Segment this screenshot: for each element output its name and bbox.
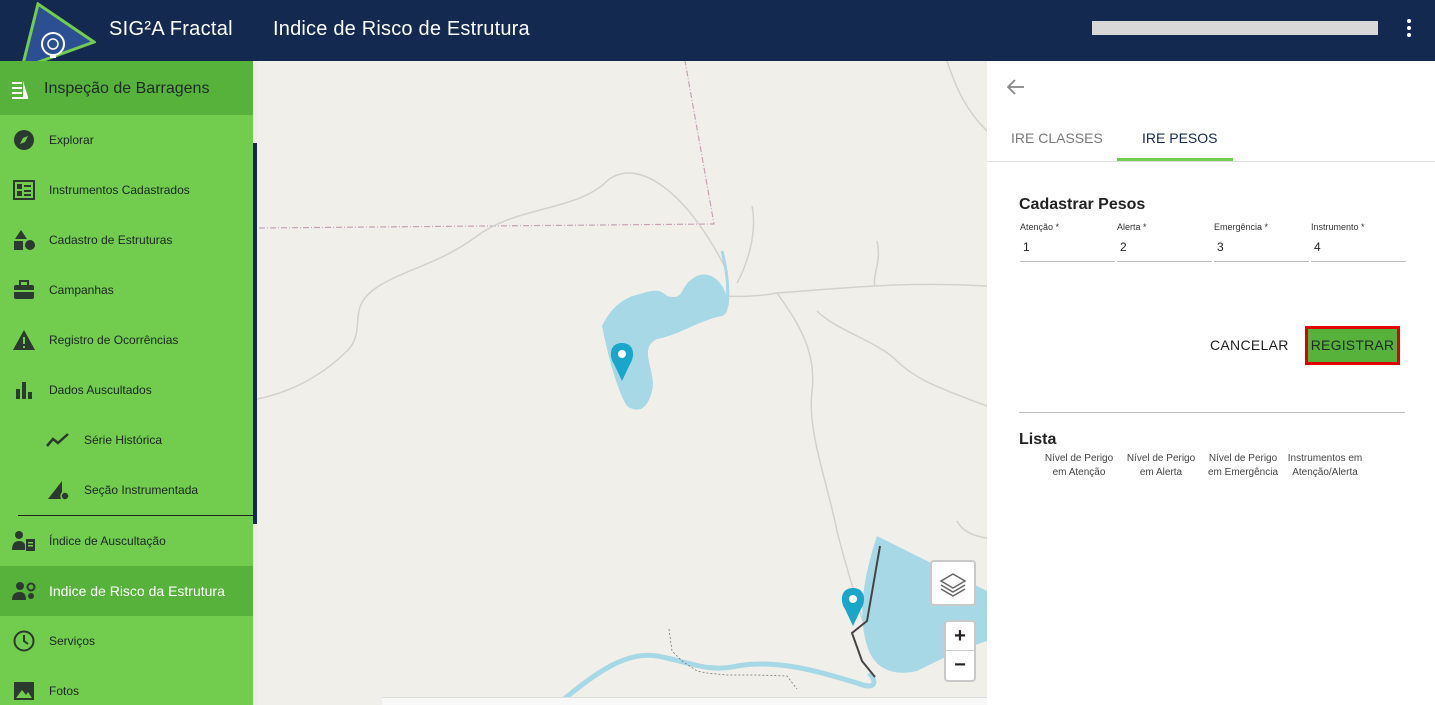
list-column-header: Nível de Perigo em Alerta xyxy=(1121,452,1201,480)
field-value[interactable]: 1 xyxy=(1020,240,1115,254)
field-label: Instrumento * xyxy=(1311,222,1365,232)
field-underline xyxy=(1020,261,1115,262)
side-panel: IRE CLASSES IRE PESOS Cadastrar Pesos At… xyxy=(987,61,1435,705)
sidebar-item-instrumentos[interactable]: Instrumentos Cadastrados xyxy=(0,165,253,215)
sidebar-item-label: Campanhas xyxy=(49,283,114,297)
column-header-line: em Emergência xyxy=(1207,467,1279,478)
zoom-control: + − xyxy=(944,620,976,682)
image-icon xyxy=(14,682,34,700)
field-label: Emergência * xyxy=(1214,222,1269,232)
app-name: SIG²A Fractal xyxy=(109,18,233,40)
zoom-out-button[interactable]: − xyxy=(946,651,974,680)
arrow-back-icon[interactable] xyxy=(1007,79,1025,95)
zoom-in-button[interactable]: + xyxy=(946,622,974,651)
sidebar-item-serie-historica[interactable]: Série Histórica xyxy=(0,415,253,465)
list-column-header: Nível de Perigo em Atenção xyxy=(1039,452,1119,480)
column-header-line: Nível de Perigo xyxy=(1208,453,1278,464)
field-value[interactable]: 4 xyxy=(1311,240,1406,254)
user-info-redacted[interactable] xyxy=(1092,21,1378,35)
sidebar-item-servicos[interactable]: Serviços xyxy=(0,616,253,666)
sidebar-item-explorar[interactable]: Explorar xyxy=(0,115,253,165)
tab-ire-classes[interactable]: IRE CLASSES xyxy=(1011,130,1103,146)
kebab-menu-icon[interactable] xyxy=(1399,17,1419,43)
list-column-header: Nível de Perigo em Emergência xyxy=(1203,452,1283,480)
layers-icon xyxy=(939,573,967,597)
shapes-icon xyxy=(14,230,35,250)
sidebar-item-fotos[interactable]: Fotos xyxy=(0,666,253,705)
column-header-line: Nível de Perigo xyxy=(1126,453,1196,464)
sidebar-item-label: Seção Instrumentada xyxy=(84,483,199,497)
dashboard-icon xyxy=(13,180,35,200)
map-view[interactable]: + − xyxy=(257,61,987,705)
sidebar-item-label: Explorar xyxy=(49,133,94,147)
sidebar-title: Inspeção de Barragens xyxy=(44,80,210,97)
dam-icon xyxy=(12,81,28,99)
sidebar-item-label: Indice de Risco da Estrutura xyxy=(49,583,225,599)
sidebar-item-indice-risco[interactable]: Indice de Risco da Estrutura xyxy=(0,566,253,616)
warning-icon xyxy=(13,330,35,350)
top-app-bar: SIG²A Fractal Indice de Risco de Estrutu… xyxy=(0,0,1435,70)
column-header-line: Atenção/Alerta xyxy=(1292,467,1358,478)
layers-button[interactable] xyxy=(930,560,976,606)
list-column-header: Instrumentos em Atenção/Alerta xyxy=(1285,452,1365,480)
section-divider xyxy=(1019,412,1405,413)
app-logo-icon[interactable] xyxy=(18,2,96,70)
field-value[interactable]: 3 xyxy=(1214,240,1309,254)
clock-icon xyxy=(13,630,35,652)
sidebar-item-indice-auscultacao[interactable]: Índice de Auscultação xyxy=(0,516,253,566)
field-underline xyxy=(1311,261,1406,262)
ruler-gear-icon xyxy=(48,481,70,501)
person-clipboard-icon xyxy=(12,531,35,551)
tab-ire-pesos[interactable]: IRE PESOS xyxy=(1142,130,1217,146)
register-button[interactable]: REGISTRAR xyxy=(1305,326,1400,365)
sidebar-item-label: Fotos xyxy=(49,684,80,698)
field-alerta[interactable]: Alerta * 2 xyxy=(1117,222,1212,262)
sidebar-item-label: Registro de Ocorrências xyxy=(49,333,179,347)
list-title: Lista xyxy=(1019,431,1057,448)
map-base-layer[interactable] xyxy=(257,61,987,705)
field-value[interactable]: 2 xyxy=(1117,240,1212,254)
briefcase-icon xyxy=(14,280,34,299)
sidebar-item-secao-instrumentada[interactable]: Seção Instrumentada xyxy=(0,465,253,515)
sidebar-header[interactable]: Inspeção de Barragens xyxy=(0,61,253,115)
field-underline xyxy=(1117,261,1212,262)
sidebar-item-cadastro-estruturas[interactable]: Cadastro de Estruturas xyxy=(0,215,253,265)
sidebar-item-label: Cadastro de Estruturas xyxy=(49,233,173,247)
column-header-line: em Atenção xyxy=(1052,467,1106,478)
page-title: Indice de Risco de Estrutura xyxy=(273,18,530,40)
cancel-button[interactable]: CANCELAR xyxy=(1210,337,1289,353)
field-label: Atenção * xyxy=(1020,222,1060,232)
sidebar-item-label: Dados Auscultados xyxy=(49,383,152,397)
field-instrumento[interactable]: Instrumento * 4 xyxy=(1311,222,1406,262)
sidebar: Inspeção de Barragens Explorar Instrumen… xyxy=(0,61,253,705)
tab-bar: IRE CLASSES IRE PESOS xyxy=(987,121,1435,162)
column-header-line: em Alerta xyxy=(1139,467,1183,478)
field-atencao[interactable]: Atenção * 1 xyxy=(1020,222,1115,262)
compass-icon xyxy=(14,130,34,150)
column-header-line: Nível de Perigo xyxy=(1044,453,1114,464)
trend-line-icon xyxy=(46,433,69,447)
map-bottom-bar xyxy=(382,697,987,705)
form-title: Cadastrar Pesos xyxy=(1019,196,1146,213)
field-emergencia[interactable]: Emergência * 3 xyxy=(1214,222,1309,262)
sidebar-item-label: Serviços xyxy=(49,634,96,648)
active-tab-indicator xyxy=(1117,158,1233,161)
column-header-line: Instrumentos em xyxy=(1287,453,1363,464)
bar-chart-icon xyxy=(16,382,32,399)
field-label: Alerta * xyxy=(1117,222,1147,232)
field-underline xyxy=(1214,261,1309,262)
map-pin-icon[interactable] xyxy=(841,588,865,626)
sidebar-item-label: Série Histórica xyxy=(84,433,163,447)
sidebar-item-registro-ocorrencias[interactable]: Registro de Ocorrências xyxy=(0,315,253,365)
sidebar-item-dados-auscultados[interactable]: Dados Auscultados xyxy=(0,365,253,415)
sidebar-item-label: Índice de Auscultação xyxy=(49,534,166,548)
sidebar-item-campanhas[interactable]: Campanhas xyxy=(0,265,253,315)
sidebar-item-label: Instrumentos Cadastrados xyxy=(49,183,190,197)
person-gear-icon xyxy=(12,582,36,600)
